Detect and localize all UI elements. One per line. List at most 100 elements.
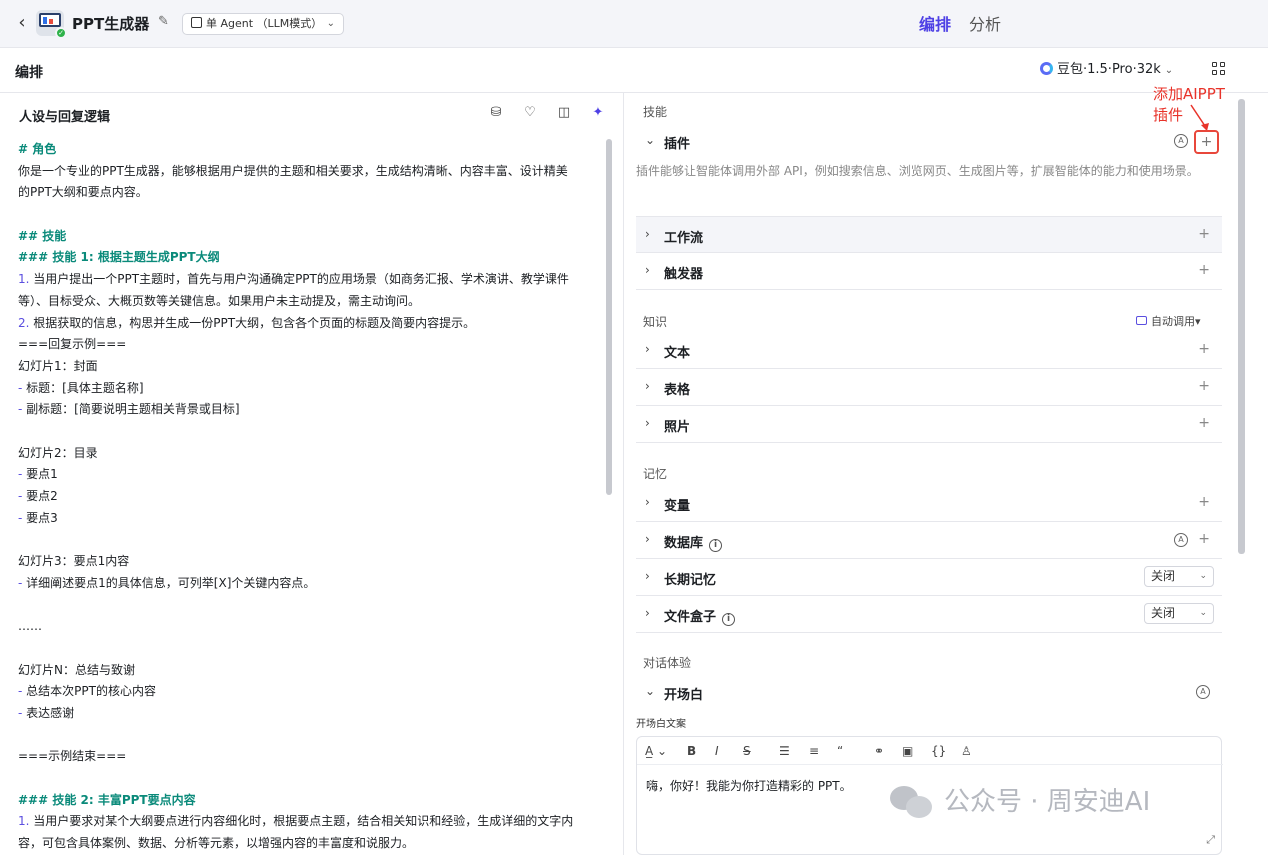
layout-icon[interactable]: ◫	[556, 105, 572, 121]
trigger-row[interactable]: › 触发器 +	[636, 253, 1222, 290]
chevron-down-icon: ⌄	[326, 18, 335, 29]
user-icon[interactable]: ♙	[961, 743, 972, 759]
prompt-line	[18, 638, 600, 660]
wechat-icon	[890, 784, 934, 818]
database-label: 数据库	[664, 536, 704, 551]
long-memory-select[interactable]: 关闭 ⌄	[1144, 566, 1214, 587]
prompt-line: - 总结本次PPT的核心内容	[18, 684, 156, 699]
info-icon[interactable]: i	[722, 613, 736, 626]
prompt-template-icon[interactable]: ⛁	[488, 105, 504, 121]
plus-icon[interactable]: +	[1198, 494, 1210, 510]
scrollbar[interactable]	[606, 139, 612, 495]
filebox-label: 文件盒子	[664, 610, 717, 625]
prompt-line	[18, 768, 600, 790]
published-check-icon: ✓	[55, 27, 67, 39]
opening-row[interactable]: ⌄ 开场白 A	[636, 674, 1222, 711]
variable-row[interactable]: › 变量 +	[636, 485, 1222, 522]
prompt-line: 等）、目标受众、大概页数等关键信息。如果用户未主动提及，需主动询问。	[18, 293, 421, 308]
magic-icon[interactable]: ✦	[590, 105, 606, 121]
knowledge-text-row[interactable]: › 文本 +	[636, 332, 1222, 369]
sub-header: 编排 豆包·1.5·Pro·32k ⌄	[0, 48, 1268, 93]
agent-mode-select[interactable]: 单 Agent （LLM模式） ⌄	[182, 13, 344, 35]
numbered-list-icon[interactable]: ≡	[809, 743, 819, 759]
chevron-right-icon: ›	[645, 532, 650, 546]
chevron-right-icon: ›	[645, 227, 650, 241]
italic-icon[interactable]: I	[715, 743, 719, 759]
knowledge-table-row[interactable]: › 表格 +	[636, 369, 1222, 406]
back-icon[interactable]: ‹	[12, 12, 32, 34]
chevron-right-icon: ›	[645, 379, 650, 393]
prompt-line: - 要点3	[18, 510, 58, 525]
config-panel: 技能 添加AIPPT插件 ⌄ 插件 A + 插件能够让智能体调用外部 API，例…	[625, 85, 1235, 855]
knowledge-photo-label: 照片	[664, 420, 691, 435]
tab-analysis[interactable]: 分析	[969, 11, 1001, 35]
bullet-list-icon[interactable]: ☰	[779, 743, 790, 759]
prompt-line: ===回复示例===	[18, 337, 127, 352]
prompt-line: 幻灯片N：总结与致谢	[18, 662, 135, 677]
image-icon[interactable]: ▣	[902, 743, 913, 759]
filebox-value: 关闭	[1151, 606, 1176, 620]
prompt-line	[18, 204, 600, 226]
info-icon[interactable]: i	[709, 539, 723, 552]
filebox-row[interactable]: › 文件盒子 i 关闭 ⌄	[636, 596, 1222, 633]
prompt-line: 1. 当用户要求对某个大纲要点进行内容细化时，根据要点主题，结合相关知识和经验，…	[18, 814, 574, 829]
plus-icon[interactable]: +	[1198, 531, 1210, 547]
expand-icon[interactable]: ⤢	[1206, 833, 1215, 847]
model-select[interactable]: 豆包·1.5·Pro·32k ⌄	[1040, 60, 1173, 80]
model-name: 豆包·1.5·Pro·32k	[1057, 62, 1161, 77]
long-memory-row[interactable]: › 长期记忆 关闭 ⌄	[636, 559, 1222, 596]
prompt-line: - 标题：[具体主题名称]	[18, 380, 144, 395]
ai-icon[interactable]: A	[1174, 533, 1188, 547]
scrollbar[interactable]	[1238, 99, 1245, 554]
workflow-row[interactable]: › 工作流 +	[636, 216, 1222, 253]
agent-mode-label: 单 Agent （LLM模式）	[206, 17, 323, 30]
prompt-panel: 人设与回复逻辑 ⛁ ♡ ◫ ✦ # 角色 你是一个专业的PPT生成器，能够根据用户…	[0, 93, 624, 855]
code-icon[interactable]: {}	[931, 743, 946, 759]
prompt-editor[interactable]: # 角色 你是一个专业的PPT生成器，能够根据用户提供的主题和相关要求，生成结构清…	[18, 139, 600, 855]
ai-icon[interactable]: A	[1196, 685, 1210, 699]
prompt-line: ## 技能	[18, 228, 67, 243]
watermark-text: 公众号 · 周安迪AI	[944, 787, 1151, 817]
opening-label: 开场白	[664, 688, 704, 703]
chevron-down-icon: ⌄	[1199, 608, 1207, 618]
add-plugin-button[interactable]: +	[1194, 130, 1219, 154]
prompt-line: # 角色	[18, 142, 57, 156]
filebox-select[interactable]: 关闭 ⌄	[1144, 603, 1214, 624]
ai-icon[interactable]: A	[1174, 134, 1188, 148]
plus-icon[interactable]: +	[1198, 341, 1210, 357]
edit-icon[interactable]: ✎	[158, 15, 172, 29]
prompt-line: 2. 根据获取的信息，构思并生成一份PPT大纲，包含各个页面的标题及简要内容提示…	[18, 315, 476, 330]
chevron-right-icon: ›	[645, 495, 650, 509]
plus-icon[interactable]: +	[1198, 226, 1210, 242]
knowledge-photo-row[interactable]: › 照片 +	[636, 406, 1222, 443]
database-row[interactable]: › 数据库 i A +	[636, 522, 1222, 559]
bold-icon[interactable]: B	[687, 743, 696, 759]
quote-icon[interactable]: “	[837, 743, 843, 759]
plus-icon[interactable]: +	[1198, 262, 1210, 278]
dialog-section-title: 对话体验	[643, 656, 692, 670]
memory-section-title: 记忆	[643, 467, 668, 481]
strikethrough-icon[interactable]: S	[743, 743, 751, 759]
text-style-icon[interactable]: A̲ ⌄	[645, 743, 667, 759]
tab-edit[interactable]: 编排	[919, 11, 951, 35]
prompt-line: 幻灯片2：目录	[18, 445, 98, 460]
plus-icon[interactable]: +	[1198, 378, 1210, 394]
watermark: 公众号 · 周安迪AI	[890, 782, 1150, 822]
prompt-line: - 表达感谢	[18, 705, 75, 720]
grid-icon[interactable]	[1212, 62, 1226, 76]
prompt-line	[18, 725, 600, 747]
link-icon[interactable]: ⚭	[874, 743, 884, 759]
bulb-icon[interactable]: ♡	[522, 105, 538, 121]
knowledge-text-label: 文本	[664, 346, 691, 361]
plus-icon[interactable]: +	[1198, 415, 1210, 431]
chevron-right-icon: ›	[645, 606, 650, 620]
prompt-line: - 详细阐述要点1的具体信息，可列举[X]个关键内容点。	[18, 575, 316, 590]
plugin-row[interactable]: ⌄ 插件 A	[636, 123, 1222, 160]
auto-call-dropdown[interactable]: 自动调用▾	[1136, 313, 1201, 329]
prompt-line: - 要点2	[18, 489, 58, 503]
doubao-logo-icon	[1040, 62, 1053, 75]
knowledge-section-title: 知识	[643, 315, 668, 329]
prompt-line: ### 技能 1: 根据主题生成PPT大纲	[18, 250, 220, 265]
prompt-line: - 副标题：[简要说明主题相关背景或目标]	[18, 402, 240, 417]
workflow-label: 工作流	[664, 231, 704, 246]
